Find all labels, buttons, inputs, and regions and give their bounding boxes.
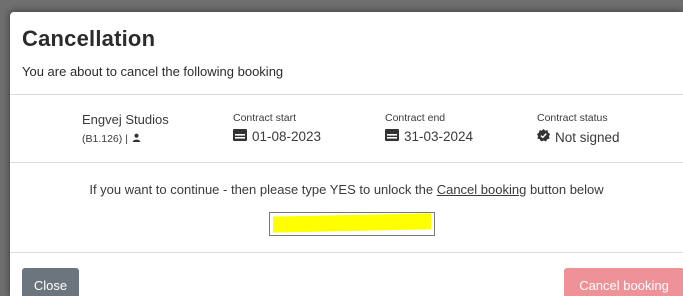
contract-status-value-row: Not signed bbox=[537, 129, 620, 145]
cancel-booking-reference: Cancel booking bbox=[436, 182, 527, 197]
confirm-yes-input[interactable] bbox=[269, 212, 435, 236]
contract-status: Contract status Not signed bbox=[537, 112, 620, 145]
contract-start-label: Contract start bbox=[233, 112, 297, 124]
calendar-icon bbox=[385, 129, 399, 144]
property-meta: (B1.126) | bbox=[82, 133, 169, 145]
contract-status-label: Contract status bbox=[537, 112, 608, 124]
booking-property: Engvej Studios (B1.126) | bbox=[82, 112, 169, 145]
status-badge-icon bbox=[537, 129, 550, 145]
contract-status-value: Not signed bbox=[555, 129, 620, 145]
divider bbox=[10, 162, 683, 163]
user-icon bbox=[132, 133, 141, 145]
confirmation-instruction: If you want to continue - then please ty… bbox=[10, 182, 683, 197]
dialog-title: Cancellation bbox=[22, 26, 156, 51]
contract-end-value: 31-03-2024 bbox=[404, 129, 474, 144]
property-name: Engvej Studios bbox=[82, 112, 169, 127]
contract-start: Contract start 01-08-2023 bbox=[233, 112, 321, 144]
divider bbox=[10, 252, 683, 253]
close-button[interactable]: Close bbox=[22, 268, 79, 296]
contract-start-value-row: 01-08-2023 bbox=[233, 129, 321, 144]
contract-end-label: Contract end bbox=[385, 112, 446, 124]
contract-start-value: 01-08-2023 bbox=[252, 129, 322, 144]
instruction-text: If you want to continue - then please ty… bbox=[89, 182, 437, 197]
cancel-booking-button[interactable]: Cancel booking bbox=[564, 268, 683, 296]
contract-end-value-row: 31-03-2024 bbox=[385, 129, 473, 144]
instruction-text-end: button below bbox=[526, 182, 604, 197]
cancellation-dialog: Cancellation You are about to cancel the… bbox=[10, 12, 683, 296]
calendar-icon bbox=[233, 129, 247, 144]
divider bbox=[10, 94, 683, 95]
contract-end: Contract end 31-03-2024 bbox=[385, 112, 473, 144]
property-code: (B1.126) | bbox=[82, 133, 128, 145]
dialog-subtitle: You are about to cancel the following bo… bbox=[22, 64, 284, 79]
